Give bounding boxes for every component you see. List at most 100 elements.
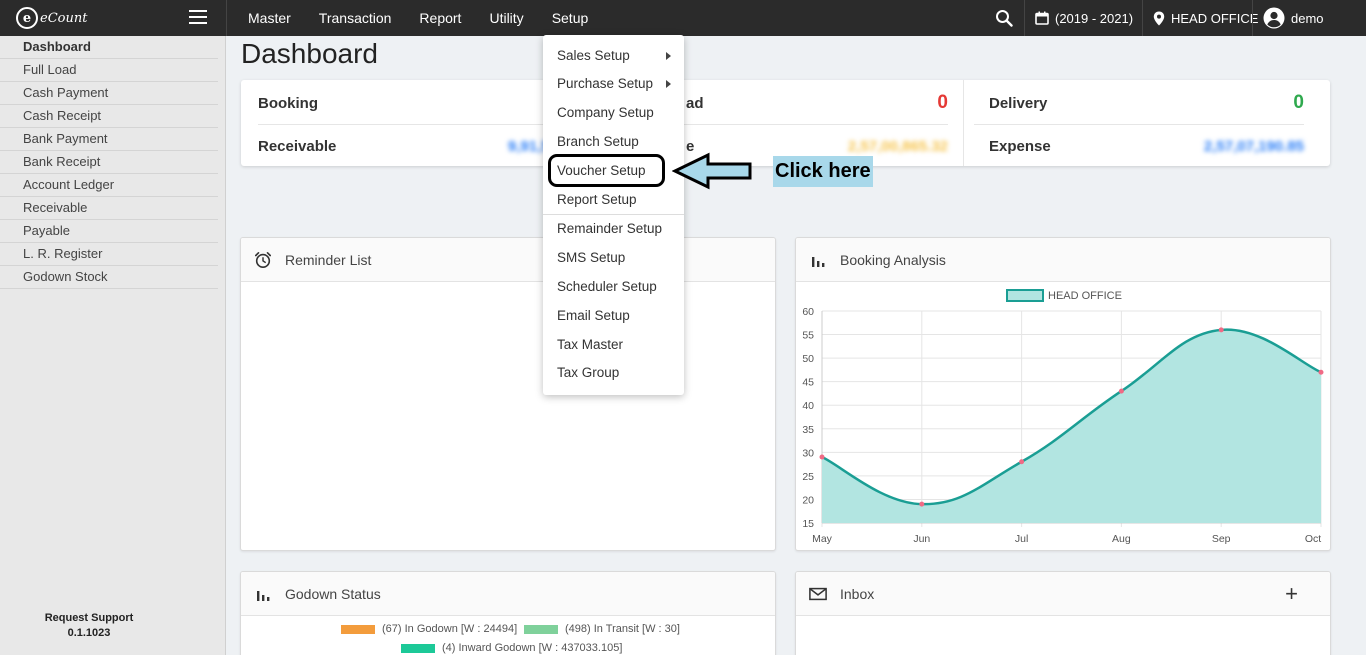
x-tick-label: May bbox=[812, 533, 833, 545]
legend-label: (67) In Godown [W : 24494] bbox=[382, 623, 518, 635]
legend-label: HEAD OFFICE bbox=[1048, 290, 1122, 302]
panel-title: Inbox bbox=[840, 585, 875, 602]
support-label: Request Support bbox=[44, 612, 134, 624]
legend-swatch bbox=[1006, 289, 1044, 302]
stats-card: Booking Receivable 9,91,56,54,997 ad 0 e… bbox=[241, 80, 1330, 166]
godown-status-panel: Godown Status (67) In Godown [W : 24494]… bbox=[240, 571, 776, 655]
legend-swatch bbox=[401, 643, 435, 653]
x-tick-label: Sep bbox=[1212, 533, 1231, 545]
stat-label: Expense bbox=[989, 138, 1051, 155]
menu-toggle-icon[interactable] bbox=[189, 10, 207, 24]
divider bbox=[1252, 0, 1253, 36]
menu-item-report-setup[interactable]: Report Setup bbox=[543, 186, 684, 214]
menu-item-company-setup[interactable]: Company Setup bbox=[543, 99, 684, 127]
location-pin-icon bbox=[1153, 11, 1165, 25]
divider bbox=[1142, 0, 1143, 36]
menu-item-email-setup[interactable]: Email Setup bbox=[543, 302, 684, 330]
nav-report[interactable]: Report bbox=[405, 0, 475, 36]
nav-utility[interactable]: Utility bbox=[475, 0, 537, 36]
top-bar: e eCount Master Transaction Report Utili… bbox=[0, 0, 1366, 36]
y-tick-label: 35 bbox=[802, 424, 814, 436]
y-tick-label: 15 bbox=[802, 518, 814, 530]
sidebar: Dashboard Full Load Cash Payment Cash Re… bbox=[0, 36, 226, 655]
alarm-clock-icon bbox=[254, 251, 272, 269]
godown-legend-item[interactable]: (4) Inward Godown [W : 437033.105] bbox=[401, 642, 622, 654]
menu-item-purchase-setup[interactable]: Purchase Setup bbox=[543, 70, 684, 98]
booking-analysis-panel: Booking Analysis 60 55 50 45 40 35 30 25 20 15 May… bbox=[795, 237, 1331, 551]
financial-year: (2019 - 2021) bbox=[1055, 10, 1134, 26]
stat-delivery[interactable]: Delivery 0 bbox=[974, 82, 1304, 125]
user-name: demo bbox=[1291, 10, 1324, 26]
godown-legend-item[interactable]: (498) In Transit [W : 30] bbox=[524, 623, 680, 635]
stat-label: ad bbox=[686, 94, 704, 112]
panel-header: Booking Analysis bbox=[796, 238, 1330, 282]
y-tick-label: 30 bbox=[802, 447, 814, 459]
menu-item-sales-setup[interactable]: Sales Setup bbox=[543, 42, 684, 70]
y-tick-label: 25 bbox=[802, 471, 814, 483]
panel-title: Booking Analysis bbox=[840, 251, 946, 268]
menu-item-remainder-setup[interactable]: Remainder Setup bbox=[543, 215, 684, 243]
app-version: 0.1.1023 bbox=[67, 627, 111, 639]
sidebar-item-account-ledger[interactable]: Account Ledger bbox=[0, 174, 218, 197]
sidebar-item-godown-stock[interactable]: Godown Stock bbox=[0, 266, 218, 289]
nav-setup[interactable]: Setup bbox=[538, 0, 603, 36]
menu-item-label: Sales Setup bbox=[557, 48, 630, 63]
legend-label: (4) Inward Godown [W : 437033.105] bbox=[442, 642, 623, 654]
mail-icon bbox=[809, 585, 827, 603]
sidebar-item-dashboard[interactable]: Dashboard bbox=[0, 36, 218, 59]
menu-item-scheduler-setup[interactable]: Scheduler Setup bbox=[543, 273, 684, 301]
data-point bbox=[819, 454, 825, 460]
legend-swatch bbox=[524, 624, 558, 634]
sidebar-item-payable[interactable]: Payable bbox=[0, 220, 218, 243]
stat-value: 2,57,00,865.32 bbox=[847, 138, 948, 155]
main-nav: Master Transaction Report Utility Setup bbox=[234, 0, 602, 36]
stat-receivable[interactable]: Receivable 9,91,56,54,997 bbox=[258, 125, 608, 168]
branch-name: HEAD OFFICE bbox=[1171, 10, 1259, 26]
branch-selector[interactable]: HEAD OFFICE bbox=[1153, 0, 1258, 36]
bar-chart-icon bbox=[254, 585, 272, 603]
bar-chart-icon bbox=[809, 251, 827, 269]
sidebar-item-receivable[interactable]: Receivable bbox=[0, 197, 218, 220]
y-tick-label: 50 bbox=[802, 353, 814, 365]
data-point bbox=[919, 501, 925, 507]
logo-text: eCount bbox=[40, 10, 88, 26]
panel-header: Godown Status bbox=[241, 572, 775, 616]
pointer-arrow-icon bbox=[672, 152, 752, 190]
user-menu[interactable]: demo bbox=[1263, 0, 1324, 36]
calendar-icon bbox=[1035, 11, 1049, 25]
y-tick-label: 60 bbox=[802, 306, 814, 318]
panel-title: Godown Status bbox=[285, 585, 381, 602]
x-tick-label: Jun bbox=[913, 533, 930, 545]
request-support[interactable]: Request Support 0.1.1023 bbox=[0, 611, 178, 641]
sidebar-item-full-load[interactable]: Full Load bbox=[0, 59, 218, 82]
menu-item-label: Purchase Setup bbox=[557, 76, 654, 91]
legend-swatch bbox=[341, 624, 375, 634]
nav-master[interactable]: Master bbox=[234, 0, 305, 36]
data-point bbox=[1218, 327, 1224, 333]
stat-expense[interactable]: Expense 2,57,07,190.85 bbox=[974, 125, 1304, 168]
sidebar-item-cash-receipt[interactable]: Cash Receipt bbox=[0, 105, 218, 128]
app-logo[interactable]: e eCount bbox=[16, 5, 126, 31]
page-title: Dashboard bbox=[241, 38, 378, 69]
stat-value: 0 bbox=[1293, 92, 1304, 113]
sidebar-item-cash-payment[interactable]: Cash Payment bbox=[0, 82, 218, 105]
menu-item-tax-master[interactable]: Tax Master bbox=[543, 331, 684, 359]
sidebar-item-lr-register[interactable]: L. R. Register bbox=[0, 243, 218, 266]
stats-column-3: Delivery 0 Expense 2,57,07,190.85 bbox=[964, 80, 1330, 166]
search-icon[interactable] bbox=[995, 9, 1013, 27]
stat-value: 2,57,07,190.85 bbox=[1203, 138, 1304, 155]
stat-booking[interactable]: Booking bbox=[258, 82, 588, 125]
sidebar-item-bank-receipt[interactable]: Bank Receipt bbox=[0, 151, 218, 174]
add-message-button[interactable]: + bbox=[1285, 581, 1298, 607]
submenu-arrow-icon bbox=[666, 80, 671, 88]
x-tick-label: Aug bbox=[1112, 533, 1131, 545]
menu-item-branch-setup[interactable]: Branch Setup bbox=[543, 128, 684, 156]
nav-transaction[interactable]: Transaction bbox=[305, 0, 406, 36]
menu-item-sms-setup[interactable]: SMS Setup bbox=[543, 244, 684, 272]
sidebar-item-bank-payment[interactable]: Bank Payment bbox=[0, 128, 218, 151]
y-tick-label: 40 bbox=[802, 400, 814, 412]
user-avatar-icon bbox=[1263, 7, 1285, 29]
financial-year-selector[interactable]: (2019 - 2021) bbox=[1035, 0, 1133, 36]
menu-item-tax-group[interactable]: Tax Group bbox=[543, 359, 684, 387]
godown-legend-item[interactable]: (67) In Godown [W : 24494] bbox=[341, 623, 517, 635]
